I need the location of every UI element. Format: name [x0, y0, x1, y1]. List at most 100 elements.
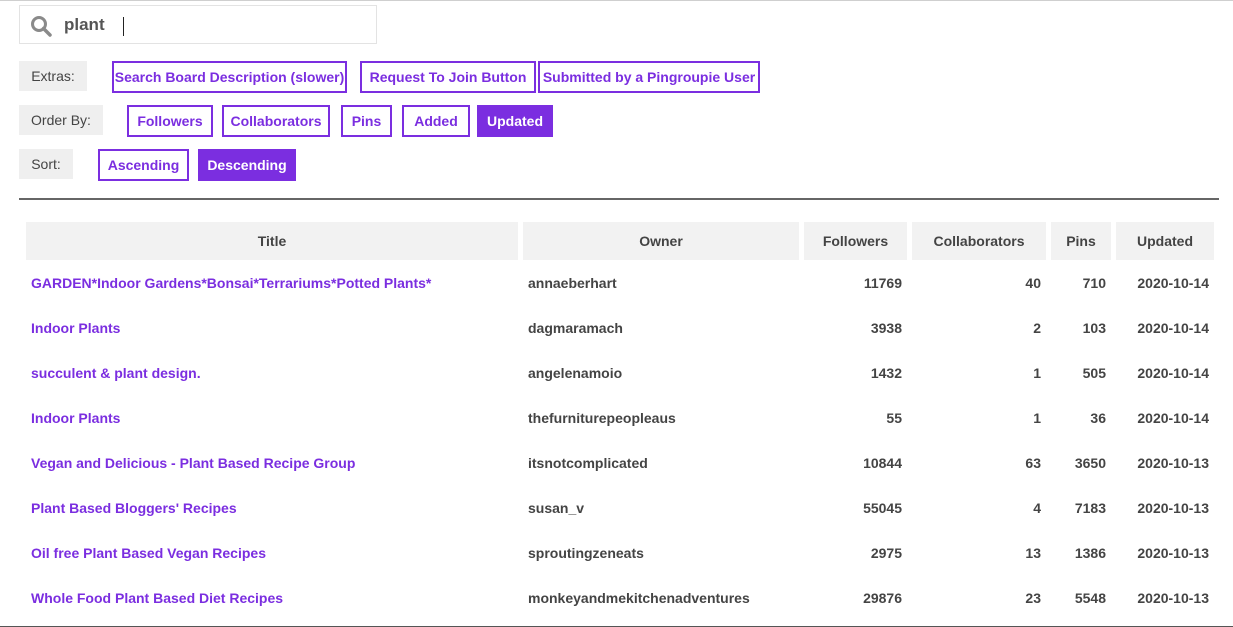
collaborators-count: 40 [1025, 274, 1041, 291]
board-owner: monkeyandmekitchenadventures [528, 589, 750, 606]
board-owner: sproutingzeneats [528, 544, 644, 561]
cell-title: GARDEN*Indoor Gardens*Bonsai*Terrariums*… [26, 260, 518, 305]
cell-owner: annaeberhart [523, 260, 799, 305]
extras-search-description-button[interactable]: Search Board Description (slower) [112, 61, 347, 93]
cell-updated: 2020-10-14 [1116, 305, 1214, 350]
cell-updated: 2020-10-14 [1116, 260, 1214, 305]
pins-count: 505 [1082, 364, 1106, 381]
board-title-link[interactable]: Indoor Plants [31, 410, 120, 426]
board-owner: itsnotcomplicated [528, 454, 648, 471]
cell-updated: 2020-10-13 [1116, 485, 1214, 530]
sort-ascending-button[interactable]: Ascending [98, 149, 189, 181]
text-caret [123, 17, 124, 36]
pins-count: 103 [1082, 319, 1106, 336]
updated-date: 2020-10-14 [1137, 409, 1209, 426]
header-pins[interactable]: Pins [1051, 222, 1111, 260]
cell-title: Oil free Plant Based Vegan Recipes [26, 530, 518, 575]
header-collaborators[interactable]: Collaborators [912, 222, 1046, 260]
board-title-link[interactable]: Whole Food Plant Based Diet Recipes [31, 590, 283, 606]
updated-date: 2020-10-14 [1137, 319, 1209, 336]
followers-count: 11769 [863, 274, 902, 291]
followers-count: 55045 [863, 499, 902, 516]
board-title-link[interactable]: succulent & plant design. [31, 365, 201, 381]
search-box[interactable] [19, 5, 377, 44]
sort-descending-button[interactable]: Descending [198, 149, 296, 181]
cell-owner: thefurniturepeopleaus [523, 395, 799, 440]
table-row: GARDEN*Indoor Gardens*Bonsai*Terrariums*… [26, 260, 1214, 305]
cell-followers: 11769 [804, 260, 907, 305]
board-owner: angelenamoio [528, 364, 623, 381]
board-title-link[interactable]: Plant Based Bloggers' Recipes [31, 500, 237, 516]
collaborators-count: 23 [1025, 589, 1041, 606]
cell-pins: 1386 [1051, 530, 1111, 575]
cell-updated: 2020-10-14 [1116, 395, 1214, 440]
extras-label: Extras: [19, 61, 87, 91]
cell-pins: 103 [1051, 305, 1111, 350]
cell-owner: monkeyandmekitchenadventures [523, 575, 799, 620]
order-added-button[interactable]: Added [402, 105, 470, 137]
cell-pins: 5548 [1051, 575, 1111, 620]
order-followers-button[interactable]: Followers [127, 105, 213, 137]
header-followers[interactable]: Followers [804, 222, 907, 260]
cell-collaborators: 63 [912, 440, 1046, 485]
board-title-link[interactable]: GARDEN*Indoor Gardens*Bonsai*Terrariums*… [31, 275, 431, 291]
updated-date: 2020-10-14 [1137, 274, 1209, 291]
cell-followers: 1432 [804, 350, 907, 395]
board-title-link[interactable]: Vegan and Delicious - Plant Based Recipe… [31, 455, 355, 471]
board-owner: susan_v [528, 499, 585, 516]
cell-pins: 710 [1051, 260, 1111, 305]
updated-date: 2020-10-13 [1137, 544, 1209, 561]
cell-owner: dagmaramach [523, 305, 799, 350]
search-input[interactable] [64, 12, 364, 38]
followers-count: 55 [886, 409, 902, 426]
collaborators-count: 1 [1033, 409, 1041, 426]
top-border [0, 0, 1233, 1]
pins-count: 710 [1082, 274, 1106, 291]
pins-count: 1386 [1074, 544, 1106, 561]
table-row: Vegan and Delicious - Plant Based Recipe… [26, 440, 1214, 485]
order-updated-button[interactable]: Updated [477, 105, 553, 137]
divider [19, 198, 1219, 200]
collaborators-count: 4 [1033, 499, 1041, 516]
sort-label: Sort: [19, 149, 73, 179]
order-pins-button[interactable]: Pins [341, 105, 392, 137]
cell-updated: 2020-10-14 [1116, 350, 1214, 395]
header-updated[interactable]: Updated [1116, 222, 1214, 260]
board-title-link[interactable]: Indoor Plants [31, 320, 120, 336]
extras-submitted-by-user-button[interactable]: Submitted by a Pingroupie User [538, 61, 760, 93]
table-row: Indoor Plants dagmaramach 3938 2 103 2020-10-… [26, 305, 1214, 350]
order-collaborators-button[interactable]: Collaborators [222, 105, 330, 137]
collaborators-count: 1 [1033, 364, 1041, 381]
cell-owner: itsnotcomplicated [523, 440, 799, 485]
followers-count: 3938 [870, 319, 902, 336]
header-title[interactable]: Title [26, 222, 518, 260]
cell-pins: 36 [1051, 395, 1111, 440]
pins-count: 7183 [1074, 499, 1106, 516]
cell-title: Plant Based Bloggers' Recipes [26, 485, 518, 530]
cell-followers: 55045 [804, 485, 907, 530]
table-row: succulent & plant design. angelenamoio 143… [26, 350, 1214, 395]
header-owner[interactable]: Owner [523, 222, 799, 260]
followers-count: 29876 [863, 589, 902, 606]
cell-collaborators: 13 [912, 530, 1046, 575]
followers-count: 10844 [863, 454, 902, 471]
cell-followers: 10844 [804, 440, 907, 485]
pins-count: 5548 [1074, 589, 1106, 606]
cell-followers: 55 [804, 395, 907, 440]
search-icon [31, 16, 52, 37]
table-row: Plant Based Bloggers' Recipes susan_v 5504… [26, 485, 1214, 530]
board-title-link[interactable]: Oil free Plant Based Vegan Recipes [31, 545, 266, 561]
board-owner: annaeberhart [528, 274, 617, 291]
extras-request-to-join-button[interactable]: Request To Join Button [360, 61, 536, 93]
updated-date: 2020-10-13 [1137, 589, 1209, 606]
updated-date: 2020-10-14 [1137, 364, 1209, 381]
updated-date: 2020-10-13 [1137, 454, 1209, 471]
cell-collaborators: 1 [912, 350, 1046, 395]
cell-title: succulent & plant design. [26, 350, 518, 395]
table-header-row: Title Owner Followers Collaborators Pins… [26, 222, 1214, 260]
followers-count: 2975 [870, 544, 902, 561]
board-owner: dagmaramach [528, 319, 623, 336]
cell-updated: 2020-10-13 [1116, 575, 1214, 620]
cell-collaborators: 1 [912, 395, 1046, 440]
cell-collaborators: 40 [912, 260, 1046, 305]
